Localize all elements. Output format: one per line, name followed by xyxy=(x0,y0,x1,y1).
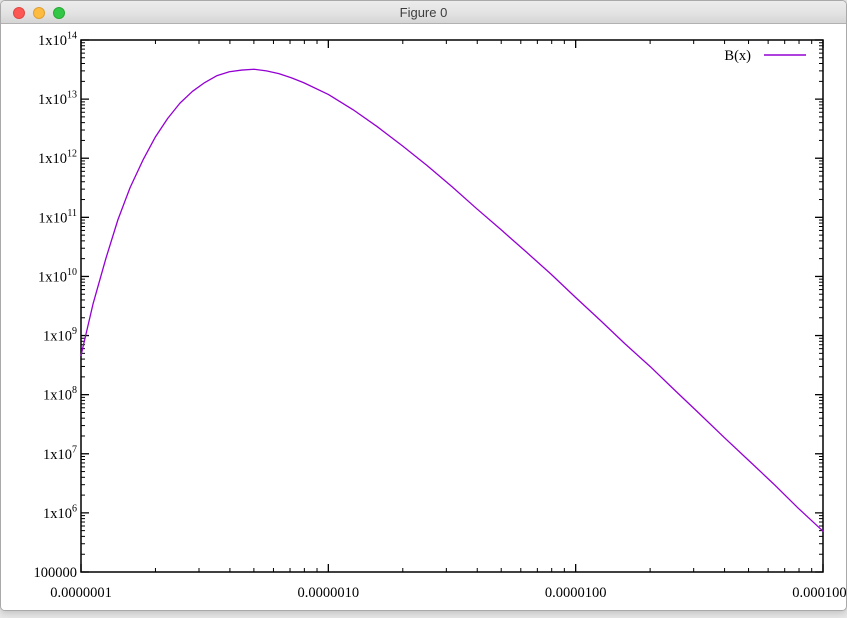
y-axis-labels: 100000 1x106 1x107 1x108 1x109 1x1010 1x1011 1x… xyxy=(34,31,78,582)
figure-window: Figure 0 0.00000010.00000100.00001000.00… xyxy=(0,0,847,611)
legend: B(x) xyxy=(724,48,806,64)
x-axis-labels: 0.0000001 0.0000010 0.0000100 0.0001000 xyxy=(50,585,846,601)
y-tick-label: 100000 xyxy=(34,565,78,581)
axis-ticks xyxy=(81,40,823,572)
window-title: Figure 0 xyxy=(1,1,846,24)
x-tick-label: 0.0000010 xyxy=(298,585,360,601)
y-tick-label: 1x107 xyxy=(43,444,77,463)
y-tick-label: 1x1011 xyxy=(38,208,77,227)
chart: 0.0000001 0.0000010 0.0000100 0.0001000 1000… xyxy=(1,24,846,610)
legend-label: B(x) xyxy=(724,48,751,64)
y-tick-label: 1x1012 xyxy=(38,149,77,168)
plot-canvas: 0.0000001 0.0000010 0.0000100 0.0001000 1000… xyxy=(1,24,846,610)
plot-border xyxy=(81,40,823,572)
x-tick-label: 0.0000100 xyxy=(545,585,607,601)
curve-bx xyxy=(81,69,823,531)
y-tick-label: 1x109 xyxy=(43,326,77,345)
y-tick-label: 1x108 xyxy=(43,385,77,404)
x-tick-label: 0.0001000 xyxy=(792,585,846,601)
y-tick-label: 1x1010 xyxy=(38,267,77,286)
y-tick-label: 1x1014 xyxy=(38,31,77,50)
x-tick-label: 0.0000001 xyxy=(50,585,112,601)
y-tick-label: 1x1013 xyxy=(38,90,77,109)
titlebar[interactable]: Figure 0 xyxy=(1,1,846,24)
y-tick-label: 1x106 xyxy=(43,503,77,522)
